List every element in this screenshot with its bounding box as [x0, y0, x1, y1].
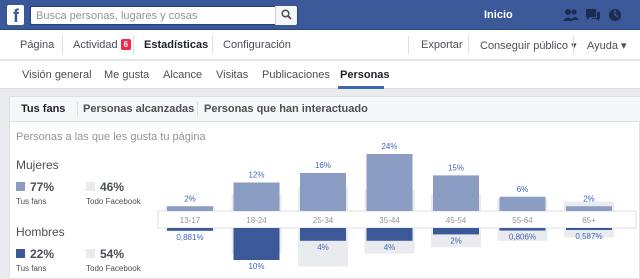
age-tick-label: 65+ — [582, 216, 596, 225]
age-gender-chart: 2% 0,881% 13-17 12% 10% 18-24 16% 4% 25-34 24% 4% 3… — [157, 142, 637, 271]
men-fans-bar — [499, 228, 546, 231]
women-value-label: 6% — [517, 185, 529, 194]
women-fans-bar — [233, 182, 280, 211]
men-fans-bar — [300, 228, 346, 241]
age-tick-label: 13-17 — [180, 216, 201, 225]
divider — [408, 36, 409, 54]
men-value-label: 10% — [248, 262, 264, 271]
age-tick-label: 35-44 — [379, 216, 400, 225]
divider — [133, 36, 134, 54]
subnav-me-gusta[interactable]: Me gusta — [104, 69, 149, 81]
women-value-label: 24% — [381, 142, 397, 151]
search-icon — [281, 9, 292, 20]
divider — [573, 36, 574, 54]
women-fans-bar — [566, 206, 612, 211]
men-value-label: 0,806% — [509, 233, 536, 242]
men-fans-bar — [566, 228, 612, 230]
page-navigation-bar: Página Actividad 6 Estadísticas Configura… — [0, 30, 640, 60]
women-value-label: 16% — [315, 161, 331, 170]
messages-icon[interactable] — [584, 7, 602, 23]
men-value-label: 4% — [384, 243, 396, 252]
search-box — [30, 6, 298, 25]
women-fans-bar — [366, 154, 413, 211]
subnav-personas[interactable]: Personas — [340, 69, 390, 81]
men-fans-bar — [433, 228, 479, 235]
notifications-icon[interactable] — [606, 7, 624, 23]
subnav-visitas[interactable]: Visitas — [216, 69, 248, 81]
subnav-publicaciones[interactable]: Publicaciones — [262, 69, 330, 81]
subnav-alcance[interactable]: Alcance — [163, 69, 202, 81]
home-link[interactable]: Inicio — [484, 9, 513, 21]
men-fans-bar — [366, 228, 413, 241]
page-tab-actividad-label: Actividad — [73, 39, 118, 51]
divider — [468, 36, 469, 54]
women-fans-bar — [499, 196, 546, 211]
facebook-logo[interactable]: f — [7, 5, 24, 25]
top-navigation-bar: f Inicio — [0, 0, 640, 30]
men-value-label: 4% — [317, 243, 329, 252]
page-tab-actividad[interactable]: Actividad 6 — [73, 39, 132, 51]
men-value-label: 0,587% — [575, 232, 602, 241]
age-tick-label: 25-34 — [313, 216, 334, 225]
men-value-label: 2% — [450, 236, 462, 245]
women-fans-bar — [167, 206, 213, 211]
search-input[interactable] — [36, 8, 276, 23]
men-value-label: 0,881% — [176, 233, 203, 242]
export-button[interactable]: Exportar — [421, 39, 463, 51]
women-fans-bar — [300, 173, 346, 211]
insights-sub-navigation: Visión general Me gusta Alcance Visitas … — [0, 61, 640, 89]
get-audience-dropdown[interactable]: Conseguir público ▾ — [480, 39, 577, 52]
page-tab-pagina[interactable]: Página — [20, 39, 54, 51]
people-insights-panel: Tus fans Personas alcanzadas Personas qu… — [9, 96, 640, 279]
divider — [62, 36, 63, 54]
page-tab-estadisticas[interactable]: Estadísticas — [144, 39, 208, 51]
women-value-label: 12% — [248, 171, 264, 180]
age-tick-label: 18-24 — [246, 216, 267, 225]
friend-requests-icon[interactable] — [562, 7, 580, 23]
age-tick-label: 55-64 — [512, 216, 533, 225]
active-tab-indicator — [338, 86, 384, 89]
facebook-logo-letter: f — [13, 6, 19, 26]
women-fans-bar — [433, 175, 479, 211]
activity-count-badge: 6 — [120, 39, 132, 50]
age-tick-label: 45-54 — [446, 216, 467, 225]
search-button[interactable] — [275, 6, 297, 25]
help-dropdown[interactable]: Ayuda ▾ — [587, 39, 627, 52]
women-value-label: 2% — [184, 194, 196, 203]
page-tab-configuracion[interactable]: Configuración — [223, 39, 291, 51]
men-fans-bar — [167, 228, 213, 231]
subnav-vision-general[interactable]: Visión general — [22, 69, 92, 81]
men-fans-bar — [233, 228, 280, 260]
women-value-label: 15% — [448, 163, 464, 172]
women-value-label: 2% — [583, 194, 595, 203]
divider — [212, 36, 213, 54]
